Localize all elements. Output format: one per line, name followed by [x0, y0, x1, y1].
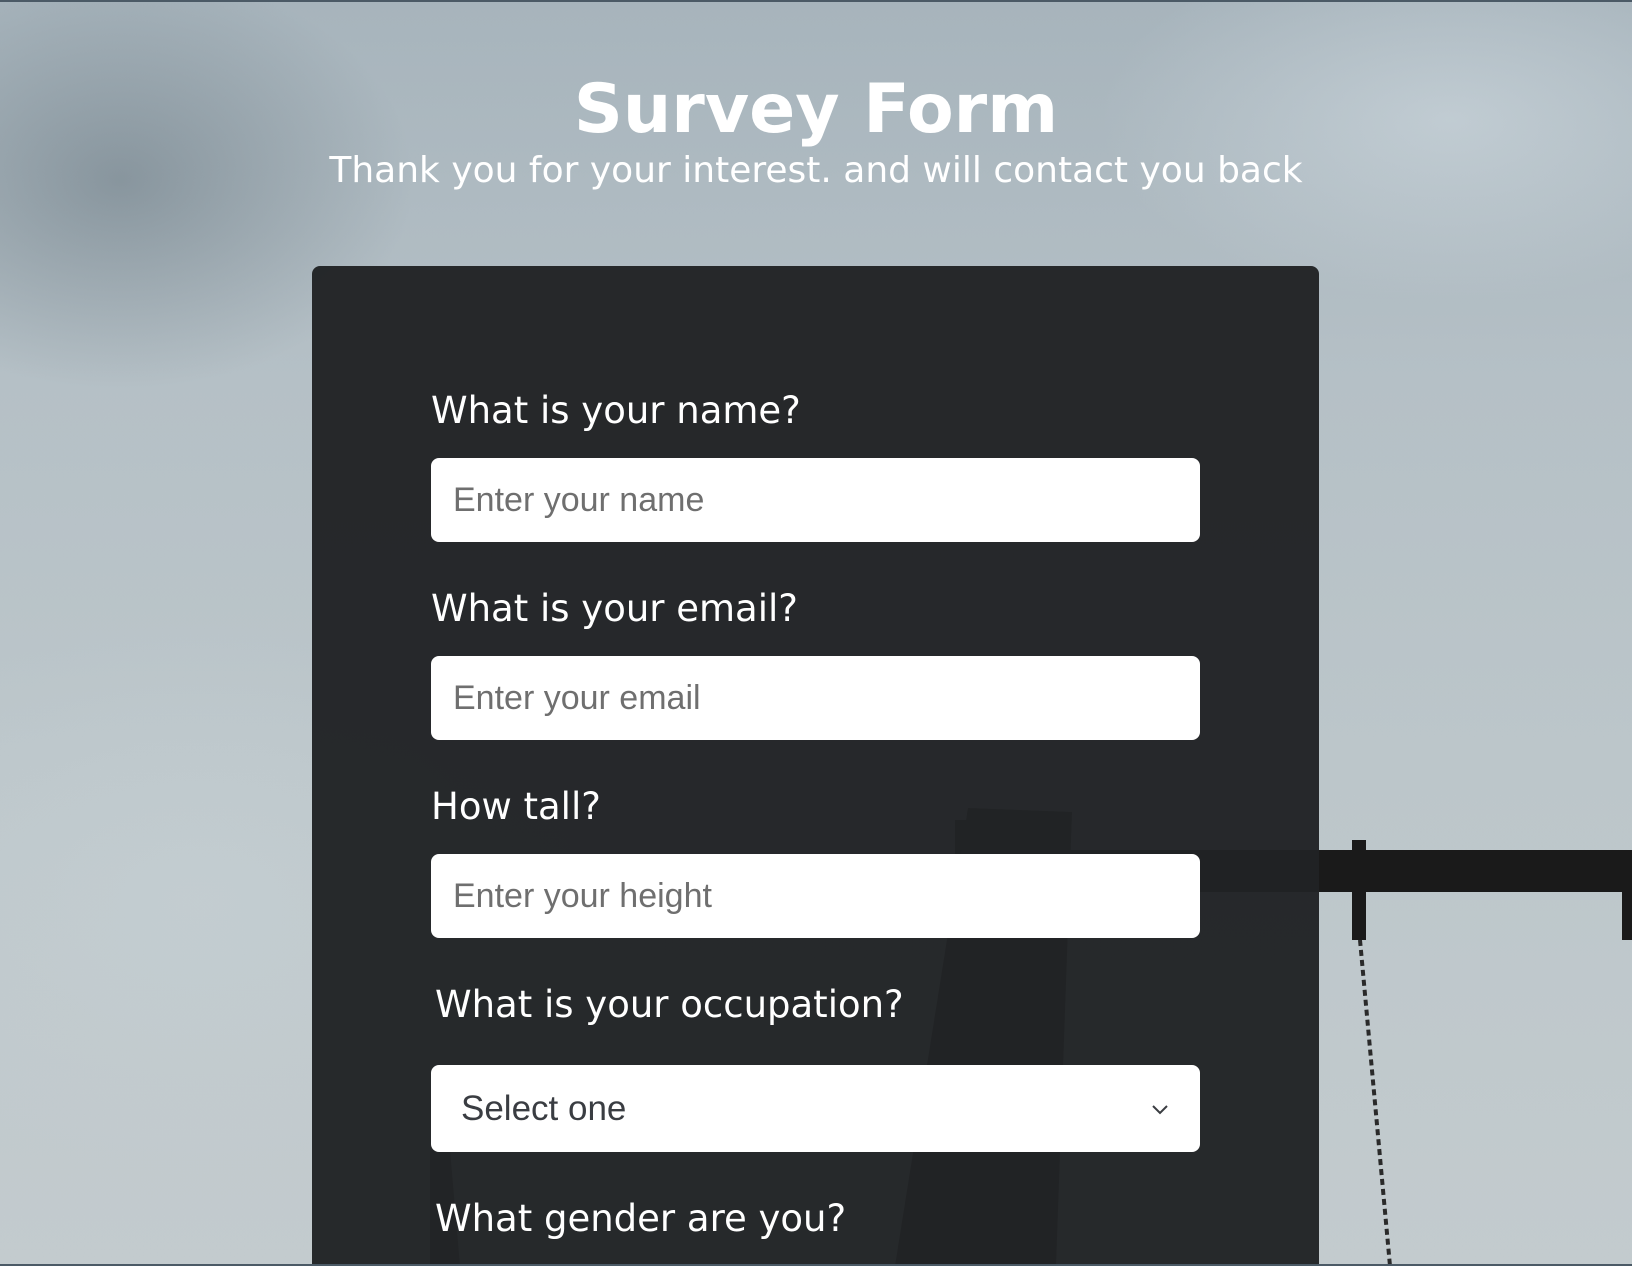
occupation-select-value: Select one: [461, 1088, 627, 1128]
page-subtitle: Thank you for your interest. and will co…: [329, 150, 1303, 191]
email-label: What is your email?: [431, 587, 798, 630]
page-title: Survey Form: [573, 70, 1059, 149]
height-input[interactable]: [431, 854, 1200, 938]
gender-label: What gender are you?: [435, 1197, 847, 1240]
page-header: Survey Form Thank you for your interest.…: [0, 72, 1632, 194]
chevron-down-icon: [1152, 1104, 1168, 1114]
name-label: What is your name?: [431, 389, 801, 432]
occupation-select[interactable]: Select one: [431, 1065, 1200, 1152]
occupation-label: What is your occupation?: [435, 983, 904, 1026]
name-input[interactable]: [431, 458, 1200, 542]
height-label: How tall?: [431, 785, 601, 828]
survey-form: What is your name? What is your email? H…: [312, 266, 1319, 1266]
email-input[interactable]: [431, 656, 1200, 740]
frame-border-top: [0, 0, 1632, 2]
